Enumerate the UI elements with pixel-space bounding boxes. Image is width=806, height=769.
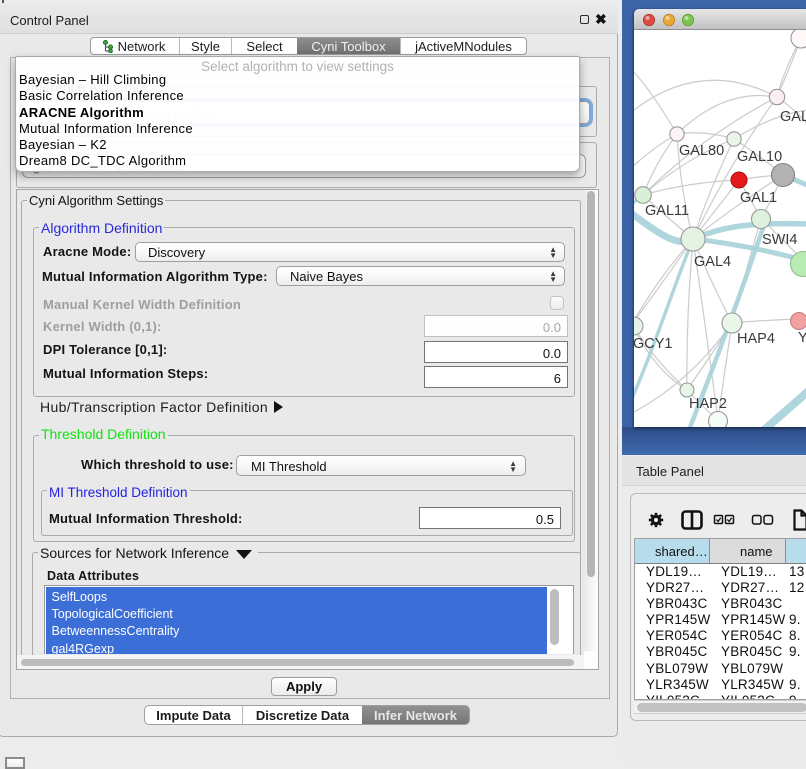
svg-text:GAL80: GAL80 [679,143,724,159]
svg-text:GAL4: GAL4 [694,254,731,270]
svg-text:HAP4: HAP4 [737,331,775,347]
svg-text:SWI4: SWI4 [762,232,797,248]
svg-text:GAL1: GAL1 [740,190,777,206]
svg-text:Y: Y [798,330,806,346]
svg-text:GAL10: GAL10 [737,149,782,165]
svg-text:HAP2: HAP2 [689,396,727,412]
svg-text:GAL11: GAL11 [645,203,689,219]
svg-text:GAL80: GAL80 [780,109,806,125]
svg-text:GCY1: GCY1 [634,336,673,352]
